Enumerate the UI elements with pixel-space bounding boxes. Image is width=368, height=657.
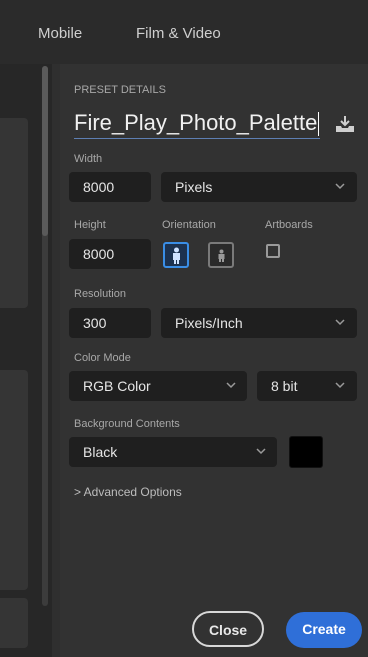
chevron-down-icon [226,382,236,389]
advanced-options-toggle[interactable]: > Advanced Options [74,485,182,499]
bit-depth-select[interactable]: 8 bit [257,371,357,401]
resolution-input[interactable]: 300 [69,308,151,338]
create-button[interactable]: Create [286,612,362,648]
resolution-label: Resolution [74,288,126,300]
chevron-down-icon [335,183,345,190]
orientation-label: Orientation [162,219,216,231]
orientation-landscape-button[interactable] [208,242,234,268]
tab-mobile[interactable]: Mobile [38,25,82,42]
preset-card[interactable] [0,118,28,308]
width-label: Width [74,153,103,165]
height-input[interactable]: 8000 [69,239,151,269]
chevron-down-icon [335,319,345,326]
preset-card[interactable] [0,598,28,648]
landscape-icon [218,249,225,262]
resolution-value: 300 [83,315,107,331]
artboards-label: Artboards [265,219,313,231]
color-mode-label: Color Mode [74,352,131,364]
color-mode-value: RGB Color [83,378,151,394]
preset-card[interactable] [0,370,28,590]
resolution-unit-select[interactable]: Pixels/Inch [161,308,357,338]
height-value: 8000 [83,246,115,262]
background-color-swatch[interactable] [289,436,323,468]
portrait-icon [173,247,180,264]
color-mode-select[interactable]: RGB Color [69,371,247,401]
bit-depth-value: 8 bit [271,378,298,394]
preset-name-text: Fire_Play_Photo_Palette [74,110,318,135]
artboards-checkbox[interactable] [266,244,280,258]
preset-name-input[interactable]: Fire_Play_Photo_Palette [74,108,320,139]
background-contents-value: Black [83,444,118,460]
chevron-down-icon [256,448,266,455]
width-input[interactable]: 8000 [69,172,151,202]
save-preset-icon[interactable] [334,115,356,133]
width-unit-value: Pixels [175,179,213,195]
chevron-down-icon [335,382,345,389]
width-unit-select[interactable]: Pixels [161,172,357,202]
orientation-portrait-button[interactable] [163,242,189,268]
tab-film-video[interactable]: Film & Video [136,25,221,42]
background-contents-select[interactable]: Black [69,437,277,467]
height-label: Height [74,219,106,231]
text-cursor [318,112,320,137]
preset-details-heading: PRESET DETAILS [74,84,166,96]
presets-scrollbar-thumb[interactable] [42,66,48,236]
preset-tabs-bar: Mobile Film & Video [0,0,368,64]
close-button[interactable]: Close [192,611,264,647]
width-value: 8000 [83,179,115,195]
background-contents-label: Background Contents [74,418,180,430]
resolution-unit-value: Pixels/Inch [175,315,243,331]
